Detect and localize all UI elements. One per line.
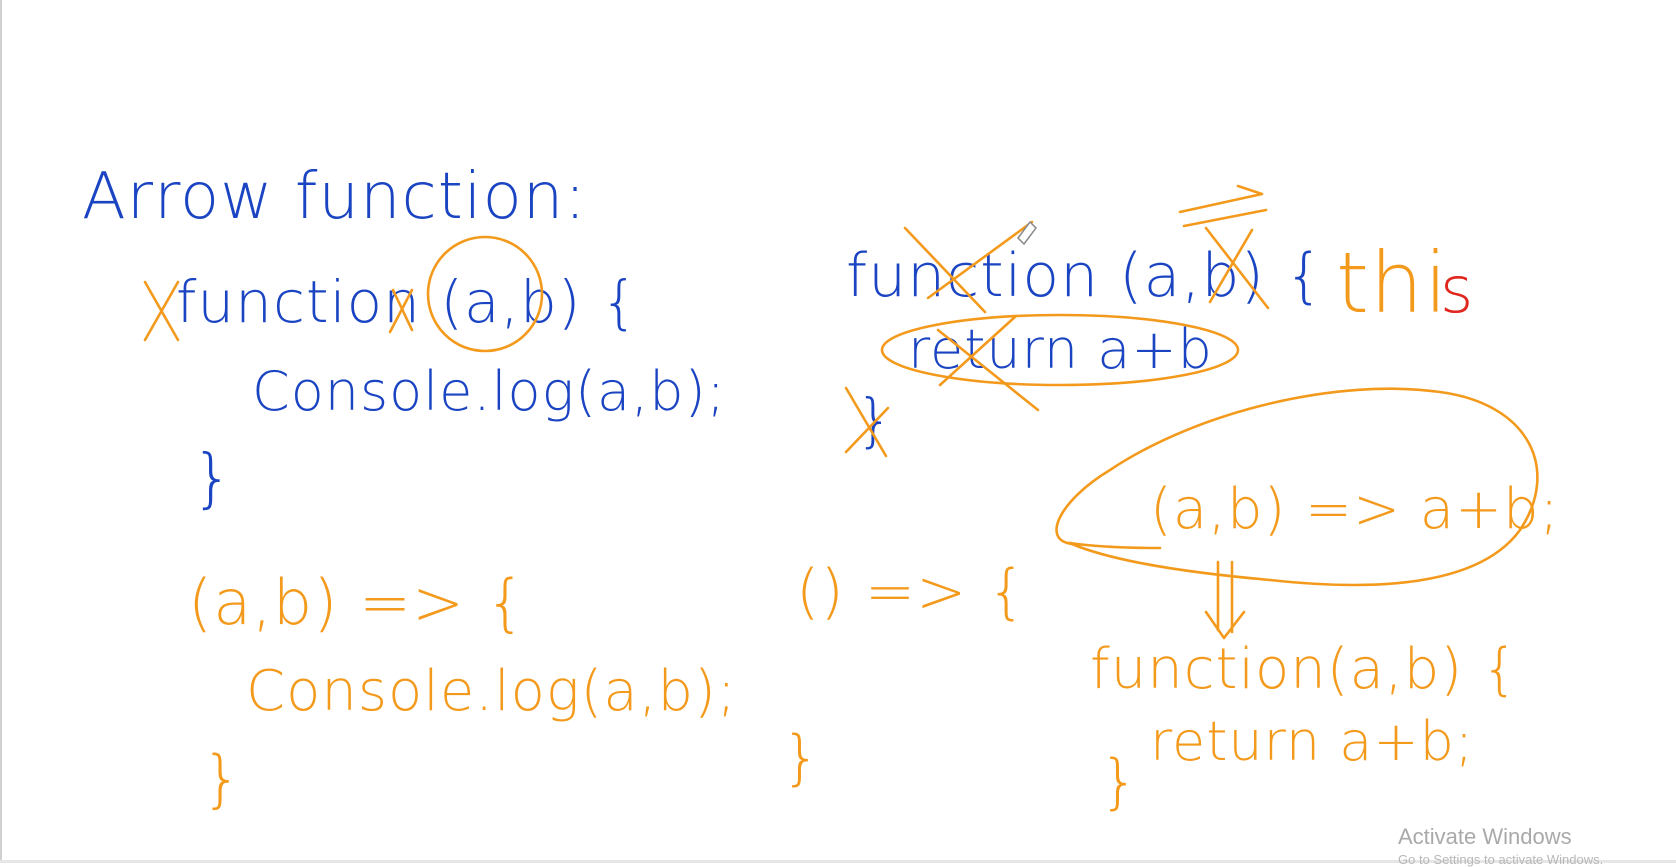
strike-mark-function-start	[143, 280, 180, 342]
expanded-function-header: function(a,b) {	[1090, 637, 1519, 702]
empty-arrow-header: () => {	[796, 557, 1027, 627]
concise-arrow-expression: (a,b) => a+b;	[1150, 477, 1559, 542]
arrow-function-close: }	[202, 742, 242, 815]
keyword-this-s: s	[1440, 254, 1474, 328]
regular-function-header: function (a,b) {	[176, 268, 639, 336]
heading-arrow-function: Arrow function:	[82, 160, 587, 234]
arrow-function-body: Console.log(a,b);	[246, 659, 737, 724]
empty-arrow-close: }	[782, 723, 821, 793]
keyword-this-thi: thi	[1336, 234, 1449, 332]
crossed-function-header: function (a,b) {	[846, 241, 1324, 311]
regular-function-body: Console.log(a,b);	[252, 360, 726, 423]
activate-windows-watermark: Activate Windows	[1398, 824, 1572, 849]
expanded-function-body: return a+b;	[1150, 710, 1474, 773]
whiteboard-canvas[interactable]: Arrow function: function (a,b) { Console…	[0, 0, 1676, 863]
activate-windows-subtext: Go to Settings to activate Windows.	[1398, 852, 1604, 867]
arrow-stroke-marks	[1178, 184, 1268, 228]
regular-function-close: }	[192, 442, 234, 516]
expanded-function-close: }	[1100, 747, 1139, 817]
arrow-function-header: (a,b) => {	[188, 566, 526, 639]
